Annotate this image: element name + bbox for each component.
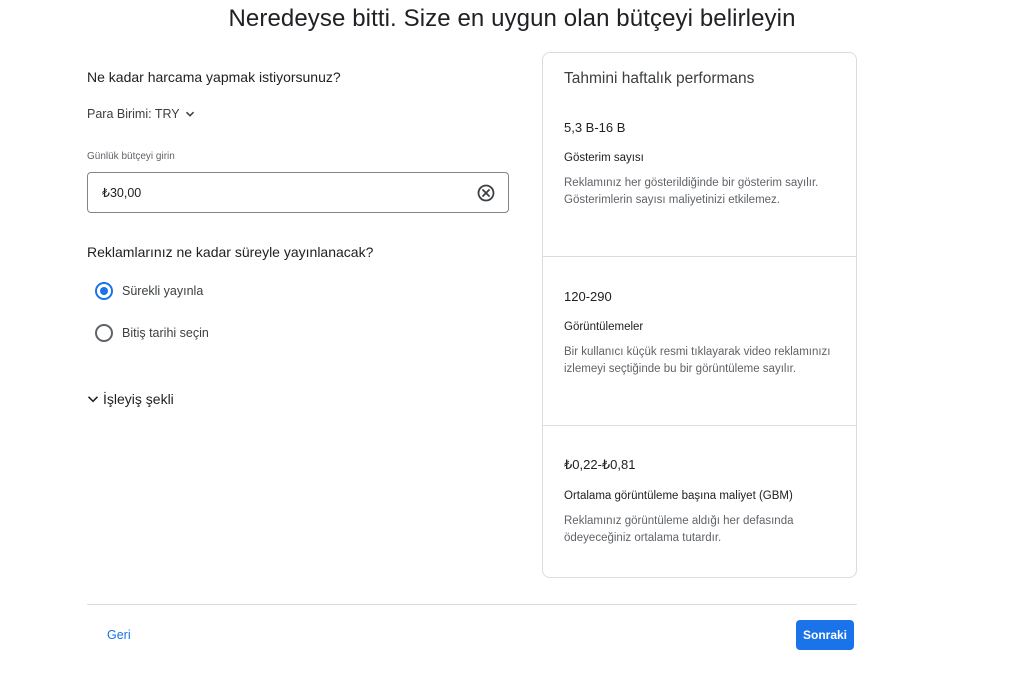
performance-card: Tahmini haftalık performans 5,3 B-16 B G… <box>542 52 857 578</box>
budget-question: Ne kadar harcama yapmak istiyorsunuz? <box>87 69 341 85</box>
metric-value: 120-290 <box>564 289 612 304</box>
metric-views: 120-290 Görüntülemeler Bir kullanıcı küç… <box>564 289 834 378</box>
how-it-works-label: İşleyiş şekli <box>103 391 174 407</box>
metric-description: Bir kullanıcı küçük resmi tıklayarak vid… <box>564 346 831 375</box>
back-button[interactable]: Geri <box>107 628 131 642</box>
metric-name: Görüntülemeler <box>564 321 644 333</box>
radio-button-unchecked[interactable] <box>95 324 113 342</box>
metric-cpv: ₺0,22-₺0,81 Ortalama görüntüleme başına … <box>564 457 834 547</box>
how-it-works-expander[interactable]: İşleyiş şekli <box>86 391 174 407</box>
chevron-down-icon <box>87 396 99 403</box>
currency-dropdown[interactable]: Para Birimi: TRY <box>87 107 196 121</box>
radio-continuous-label: Sürekli yayınla <box>122 284 204 298</box>
metric-description: Reklamınız her gösterildiğinde bir göste… <box>564 177 819 206</box>
daily-budget-value[interactable]: ₺30,00 <box>102 185 476 200</box>
daily-budget-input[interactable]: ₺30,00 <box>87 172 509 213</box>
card-divider <box>543 256 856 257</box>
next-button[interactable]: Sonraki <box>796 620 854 650</box>
radio-continuous[interactable]: Sürekli yayınla <box>95 282 203 300</box>
radio-end-date[interactable]: Bitiş tarihi seçin <box>95 324 209 342</box>
card-divider <box>543 425 856 426</box>
metric-name: Gösterim sayısı <box>564 152 644 164</box>
duration-question: Reklamlarınız ne kadar süreyle yayınlana… <box>87 244 374 260</box>
currency-label: Para Birimi: TRY <box>87 107 180 121</box>
radio-button-checked[interactable] <box>95 282 113 300</box>
page-title: Neredeyse bitti. Size en uygun olan bütç… <box>228 5 796 32</box>
metric-value: ₺0,22-₺0,81 <box>564 457 636 472</box>
metric-value: 5,3 B-16 B <box>564 120 626 135</box>
performance-title: Tahmini haftalık performans <box>564 70 755 87</box>
metric-impressions: 5,3 B-16 B Gösterim sayısı Reklamınız he… <box>564 120 834 209</box>
metric-name: Ortalama görüntüleme başına maliyet (GBM… <box>564 490 793 502</box>
chevron-down-icon <box>185 111 194 117</box>
clear-circle-icon[interactable] <box>476 183 496 203</box>
budget-field-caption: Günlük bütçeyi girin <box>87 151 175 162</box>
metric-description: Reklamınız görüntüleme aldığı her defası… <box>564 515 794 544</box>
footer-divider <box>87 604 857 605</box>
radio-end-date-label: Bitiş tarihi seçin <box>122 326 209 340</box>
